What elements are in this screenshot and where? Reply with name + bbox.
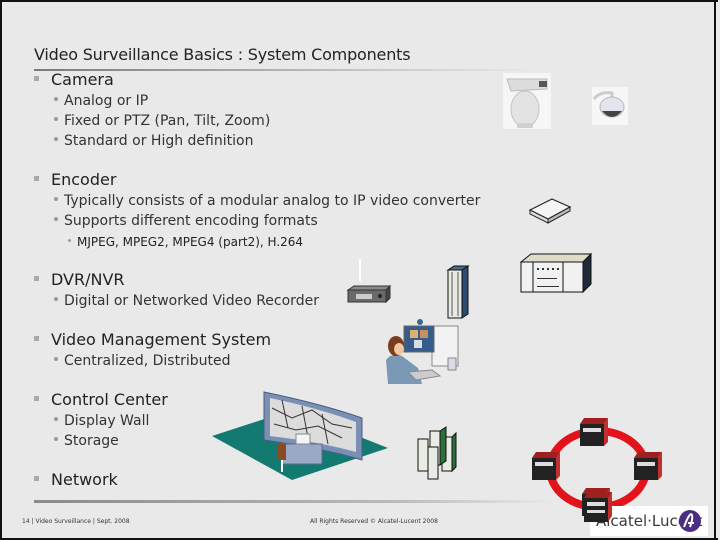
section-heading: Control Center xyxy=(51,390,168,409)
antenna-icon xyxy=(359,259,361,281)
square-bullet-icon xyxy=(34,176,39,181)
nvr-server-icon xyxy=(446,265,470,319)
section-network: Network xyxy=(34,470,118,489)
list-item: Analog or IP xyxy=(54,93,148,109)
list-item-text: Supports different encoding formats xyxy=(64,213,318,229)
square-bullet-icon xyxy=(34,396,39,401)
square-bullet-icon xyxy=(34,76,39,81)
section-dvr-nvr: DVR/NVR xyxy=(34,270,125,289)
control-center-icon xyxy=(212,391,388,480)
dot-bullet-icon xyxy=(54,97,58,101)
dot-bullet-icon xyxy=(54,117,58,121)
list-item: Display Wall xyxy=(54,413,149,429)
list-item: Storage xyxy=(54,433,119,449)
section-heading: Video Management System xyxy=(51,330,272,349)
list-item-text: Storage xyxy=(64,433,119,449)
list-item-text: Display Wall xyxy=(64,413,150,429)
section-heading: Encoder xyxy=(51,170,117,189)
list-item-text: MJPEG, MPEG2, MPEG4 (part2), H.264 xyxy=(77,235,304,249)
dot-bullet-icon xyxy=(54,217,58,221)
square-bullet-icon xyxy=(34,476,39,481)
section-heading: Network xyxy=(51,470,118,489)
list-item: Fixed or PTZ (Pan, Tilt, Zoom) xyxy=(54,113,270,129)
network-switch-icon xyxy=(584,492,612,522)
slide-title: Video Surveillance Basics : System Compo… xyxy=(34,45,411,64)
encoder-device-icon xyxy=(528,198,572,224)
network-switch-icon xyxy=(532,452,560,480)
vms-workstation-icon xyxy=(386,319,459,384)
list-item: Standard or High definition xyxy=(54,133,253,149)
alcatel-lucent-a-icon xyxy=(679,510,701,532)
section-camera: Camera xyxy=(34,70,114,89)
section-control-center: Control Center xyxy=(34,390,168,409)
footer-page-info: 14 | Video Surveillance | Sept. 2008 xyxy=(22,518,130,525)
network-switch-icon xyxy=(580,418,608,446)
list-item-text: Centralized, Distributed xyxy=(64,353,231,369)
list-item: Supports different encoding formats xyxy=(54,213,318,229)
dot-bullet-icon xyxy=(54,357,58,361)
dvr-recorder-icon xyxy=(346,284,392,304)
section-heading: DVR/NVR xyxy=(51,270,125,289)
footer-divider xyxy=(34,500,554,503)
ptz-camera-icon xyxy=(503,73,551,129)
dot-bullet-icon xyxy=(68,239,71,242)
dot-bullet-icon xyxy=(54,417,58,421)
dot-bullet-icon xyxy=(54,297,58,301)
list-item-text: Digital or Networked Video Recorder xyxy=(64,293,319,309)
dot-bullet-icon xyxy=(54,197,58,201)
list-item: Digital or Networked Video Recorder xyxy=(54,293,319,309)
section-heading: Camera xyxy=(51,70,114,89)
list-item: Typically consists of a modular analog t… xyxy=(54,193,480,209)
section-encoder: Encoder xyxy=(34,170,116,189)
sub-list-item: MJPEG, MPEG2, MPEG4 (part2), H.264 xyxy=(68,235,303,249)
footer-copyright: All Rights Reserved © Alcatel-Lucent 200… xyxy=(310,518,438,525)
square-bullet-icon xyxy=(34,336,39,341)
list-item: Centralized, Distributed xyxy=(54,353,230,369)
section-vms: Video Management System xyxy=(34,330,271,349)
encoder-rack-icon xyxy=(519,252,593,294)
dot-bullet-icon xyxy=(54,437,58,441)
storage-cluster-icon xyxy=(417,426,457,480)
square-bullet-icon xyxy=(34,276,39,281)
network-switch-icon xyxy=(634,452,662,480)
dot-bullet-icon xyxy=(54,137,58,141)
slide-frame-right xyxy=(714,0,716,540)
list-item-text: Standard or High definition xyxy=(64,133,254,149)
dome-camera-icon xyxy=(592,87,628,125)
list-item-text: Typically consists of a modular analog t… xyxy=(64,193,481,209)
list-item-text: Fixed or PTZ (Pan, Tilt, Zoom) xyxy=(64,113,271,129)
list-item-text: Analog or IP xyxy=(64,93,149,109)
